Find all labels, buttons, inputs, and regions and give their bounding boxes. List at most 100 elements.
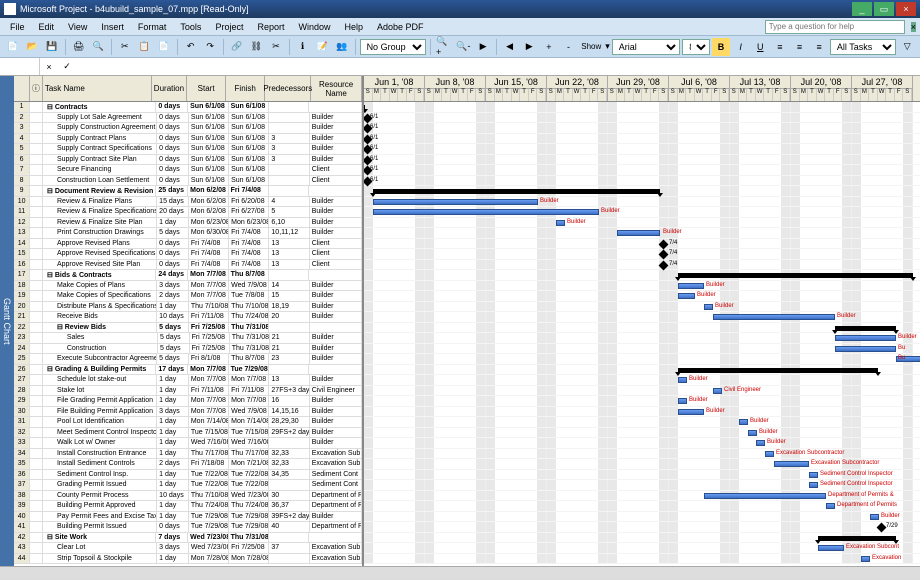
gantt-row[interactable]: 6/1	[364, 155, 920, 166]
menu-edit[interactable]: Edit	[33, 20, 61, 34]
gantt-row[interactable]: Builder	[364, 207, 920, 218]
hide-icon[interactable]: -	[560, 38, 578, 56]
underline-icon[interactable]: U	[751, 38, 769, 56]
table-row[interactable]: 35Install Sediment Controls2 daysFri 7/1…	[14, 459, 362, 470]
show-label[interactable]: Show	[579, 42, 603, 51]
gantt-row[interactable]: Builder	[364, 396, 920, 407]
table-row[interactable]: 17⊟ Bids & Contracts24 daysMon 7/7/08Thu…	[14, 270, 362, 281]
gantt-row[interactable]: Builder	[364, 428, 920, 439]
table-row[interactable]: 34Install Construction Entrance1 dayThu …	[14, 449, 362, 460]
table-row[interactable]: 14Approve Revised Plans0 daysFri 7/4/08F…	[14, 239, 362, 250]
table-row[interactable]: 11Review & Finalize Specifications20 day…	[14, 207, 362, 218]
gantt-row[interactable]: 7/29	[364, 522, 920, 533]
gantt-row[interactable]: Builder	[364, 302, 920, 313]
task-bar[interactable]	[835, 346, 896, 352]
table-row[interactable]: 41Building Permit Issued0 daysTue 7/29/0…	[14, 522, 362, 533]
fontsize-select[interactable]: 8	[682, 39, 710, 55]
task-bar[interactable]	[748, 430, 757, 436]
gantt-row[interactable]	[364, 102, 920, 113]
col-finish[interactable]: Finish	[226, 76, 265, 101]
gantt-row[interactable]: Builder	[364, 375, 920, 386]
task-bar[interactable]	[678, 409, 704, 415]
cancel-edit-icon[interactable]: ×	[40, 58, 58, 76]
menu-help[interactable]: Help	[338, 20, 369, 34]
summary-bar[interactable]	[373, 189, 660, 194]
task-bar[interactable]	[704, 493, 826, 499]
gantt-row[interactable]: Builder	[364, 438, 920, 449]
col-start[interactable]: Start	[187, 76, 226, 101]
menu-report[interactable]: Report	[251, 20, 290, 34]
autofilter-icon[interactable]: ▽	[898, 38, 916, 56]
italic-icon[interactable]: I	[732, 38, 750, 56]
maximize-button[interactable]: ▭	[874, 2, 894, 16]
col-duration[interactable]: Duration	[152, 76, 187, 101]
new-icon[interactable]: 📄	[4, 38, 22, 56]
table-row[interactable]: 40Pay Permit Fees and Excise Taxes1 dayT…	[14, 512, 362, 523]
table-row[interactable]: 36Sediment Control Insp.1 dayTue 7/22/08…	[14, 470, 362, 481]
gantt-row[interactable]: Department of Permits	[364, 501, 920, 512]
task-bar[interactable]	[774, 461, 809, 467]
redo-icon[interactable]: ↷	[201, 38, 219, 56]
task-bar[interactable]	[713, 314, 835, 320]
table-row[interactable]: 39Building Permit Approved1 dayThu 7/24/…	[14, 501, 362, 512]
table-row[interactable]: 2Supply Lot Sale Agreement0 daysSun 6/1/…	[14, 113, 362, 124]
gantt-row[interactable]: Builder	[364, 281, 920, 292]
table-row[interactable]: 22⊟ Review Bids5 daysFri 7/25/08Thu 7/31…	[14, 323, 362, 334]
task-bar[interactable]	[818, 545, 844, 551]
task-bar[interactable]	[809, 472, 818, 478]
gantt-row[interactable]: Department of Permits &	[364, 491, 920, 502]
filter-select[interactable]: All Tasks	[830, 39, 896, 55]
open-icon[interactable]: 📂	[24, 38, 42, 56]
cell-edit-input[interactable]	[76, 60, 920, 74]
gantt-row[interactable]: Builder	[364, 197, 920, 208]
task-bar[interactable]	[373, 209, 599, 215]
close-button[interactable]: ×	[896, 2, 916, 16]
bold-icon[interactable]: B	[712, 38, 730, 56]
gantt-row[interactable]	[364, 365, 920, 376]
menu-tools[interactable]: Tools	[174, 20, 207, 34]
menu-project[interactable]: Project	[209, 20, 249, 34]
table-row[interactable]: 5Supply Contract Specifications0 daysSun…	[14, 144, 362, 155]
table-row[interactable]: 32Meet Sediment Control Inspector1 dayTu…	[14, 428, 362, 439]
table-row[interactable]: 31Pool Lot Identification1 dayMon 7/14/0…	[14, 417, 362, 428]
gantt-row[interactable]: 7/4	[364, 249, 920, 260]
task-bar[interactable]	[678, 398, 687, 404]
gantt-row[interactable]: 7/4	[364, 260, 920, 271]
timescale-header[interactable]: Jun 1, '08SMTWTFSJun 8, '08SMTWTFSJun 15…	[364, 76, 920, 102]
table-row[interactable]: 25Execute Subcontractor Agreements5 days…	[14, 354, 362, 365]
col-id[interactable]	[14, 76, 30, 101]
gantt-row[interactable]: Excavation Subcontractor	[364, 449, 920, 460]
task-bar[interactable]	[870, 514, 879, 520]
summary-bar[interactable]	[364, 105, 365, 110]
print-icon[interactable]: 🖨	[70, 38, 88, 56]
task-bar[interactable]	[826, 503, 835, 509]
copy-icon[interactable]: 📋	[136, 38, 154, 56]
menu-view[interactable]: View	[62, 20, 93, 34]
task-bar[interactable]	[617, 230, 660, 236]
doc-close-button[interactable]: ×	[911, 22, 916, 32]
gantt-row[interactable]: 7/4	[364, 239, 920, 250]
table-row[interactable]: 27Schedule lot stake-out1 dayMon 7/7/08M…	[14, 375, 362, 386]
save-icon[interactable]: 💾	[43, 38, 61, 56]
table-row[interactable]: 4Supply Contract Plans0 daysSun 6/1/08Su…	[14, 134, 362, 145]
gantt-row[interactable]: Builder	[364, 417, 920, 428]
indent-icon[interactable]: ▶	[520, 38, 538, 56]
col-indicator[interactable]: ⓘ	[30, 76, 43, 101]
table-row[interactable]: 33Walk Lot w/ Owner1 dayWed 7/16/08Wed 7…	[14, 438, 362, 449]
gantt-row[interactable]: Civil Engineer	[364, 386, 920, 397]
task-bar[interactable]	[713, 388, 722, 394]
menu-window[interactable]: Window	[292, 20, 336, 34]
table-row[interactable]: 19Make Copies of Specifications2 daysMon…	[14, 291, 362, 302]
table-row[interactable]: 15Approve Revised Specifications0 daysFr…	[14, 249, 362, 260]
help-search-input[interactable]	[765, 20, 905, 34]
milestone-icon[interactable]	[659, 250, 669, 260]
gantt-row[interactable]	[364, 270, 920, 281]
menu-file[interactable]: File	[4, 20, 31, 34]
gantt-row[interactable]: Builder	[364, 228, 920, 239]
split-icon[interactable]: ✂	[267, 38, 285, 56]
gantt-row[interactable]: Sediment Control Inspector	[364, 470, 920, 481]
task-bar[interactable]	[678, 377, 687, 383]
gantt-row[interactable]: Excavation Subcontractor	[364, 459, 920, 470]
task-bar[interactable]	[704, 304, 713, 310]
gantt-row[interactable]	[364, 186, 920, 197]
